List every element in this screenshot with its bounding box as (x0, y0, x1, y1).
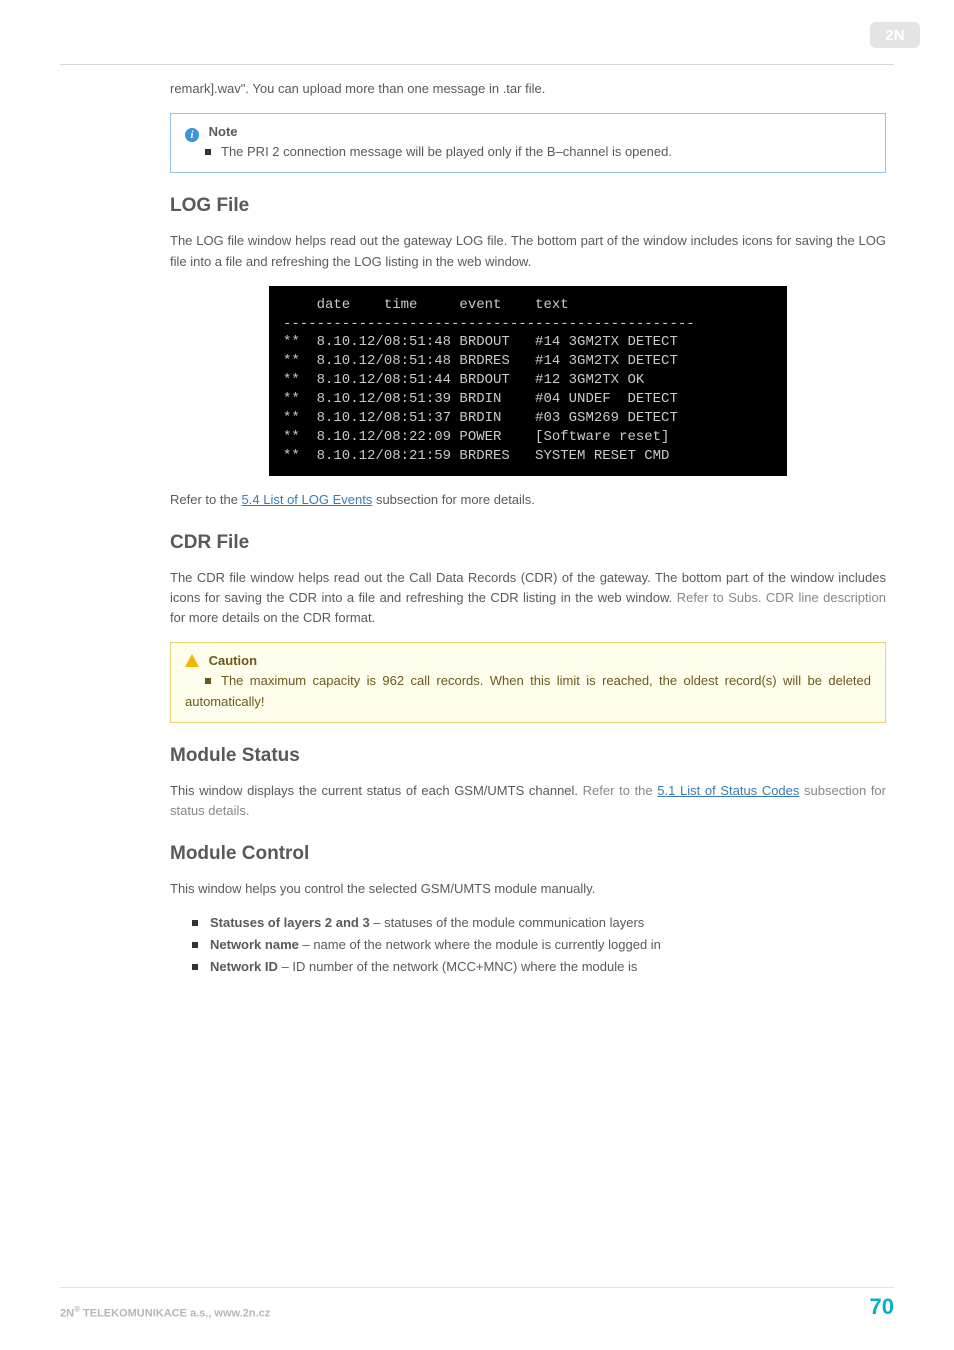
cdr-paragraph: The CDR file window helps read out the C… (170, 568, 886, 628)
brand-logo: 2N (870, 22, 920, 51)
log-ref-pre: Refer to the (170, 492, 242, 507)
note-header: i Note (185, 122, 871, 142)
caution-body-row: The maximum capacity is 962 call records… (185, 671, 871, 711)
list-item: Network name – name of the network where… (170, 935, 886, 955)
cdr-para-grey: Refer to Subs. CDR line description (677, 590, 886, 605)
log-events-link[interactable]: 5.4 List of LOG Events (242, 492, 373, 507)
note-body-row: The PRI 2 connection message will be pla… (185, 142, 871, 162)
caution-header: Caution (185, 651, 871, 671)
module-status-heading: Module Status (170, 745, 886, 767)
bullet-icon (205, 149, 211, 155)
log-heading: LOG File (170, 195, 886, 217)
note-box: i Note The PRI 2 connection message will… (170, 113, 886, 173)
info-icon: i (185, 128, 199, 142)
footer-left: 2N® TELEKOMUNIKACE a.s., www.2n.cz (60, 1305, 270, 1320)
caution-title: Caution (209, 653, 257, 668)
page: 2N remark].wav". You can upload more tha… (0, 0, 954, 978)
list-item: Network ID – ID number of the network (M… (170, 957, 886, 977)
list-item-text: – ID number of the network (MCC+MNC) whe… (278, 959, 637, 974)
content-area: remark].wav". You can upload more than o… (170, 79, 886, 978)
list-item-text: – statuses of the module communication l… (370, 915, 645, 930)
note-title: Note (209, 124, 238, 139)
list-item-bold: Network name (210, 937, 299, 952)
page-number: 70 (870, 1294, 894, 1320)
page-footer: 2N® TELEKOMUNIKACE a.s., www.2n.cz 70 (0, 1287, 954, 1320)
warning-icon (185, 654, 199, 667)
header-rule (60, 64, 894, 65)
list-item: Statuses of layers 2 and 3 – statuses of… (170, 913, 886, 933)
mstatus-grey-text: Refer to the (583, 783, 658, 798)
caution-body: The maximum capacity is 962 call records… (185, 673, 871, 708)
note-body: The PRI 2 connection message will be pla… (221, 144, 672, 159)
bullet-icon (205, 678, 211, 684)
log-paragraph: The LOG file window helps read out the g… (170, 231, 886, 271)
list-item-bold: Statuses of layers 2 and 3 (210, 915, 370, 930)
log-ref-post: subsection for more details. (372, 492, 535, 507)
module-control-heading: Module Control (170, 843, 886, 865)
module-control-paragraph: This window helps you control the select… (170, 879, 886, 899)
list-item-text: – name of the network where the module i… (299, 937, 661, 952)
module-status-paragraph: This window displays the current status … (170, 781, 886, 821)
caution-box: Caution The maximum capacity is 962 call… (170, 642, 886, 722)
module-control-list: Statuses of layers 2 and 3 – statuses of… (170, 913, 886, 977)
log-reference: Refer to the 5.4 List of LOG Events subs… (170, 490, 886, 510)
cdr-heading: CDR File (170, 532, 886, 554)
cdr-para-post: for more details on the CDR format. (170, 610, 375, 625)
log-terminal: date time event text -------------------… (269, 286, 787, 476)
mstatus-pre: This window displays the current status … (170, 783, 583, 798)
intro-text: remark].wav". You can upload more than o… (170, 79, 886, 99)
footer-line: 2N® TELEKOMUNIKACE a.s., www.2n.cz 70 (60, 1287, 894, 1320)
svg-text:2N: 2N (885, 27, 904, 44)
status-codes-link[interactable]: 5.1 List of Status Codes (657, 783, 799, 798)
list-item-bold: Network ID (210, 959, 278, 974)
